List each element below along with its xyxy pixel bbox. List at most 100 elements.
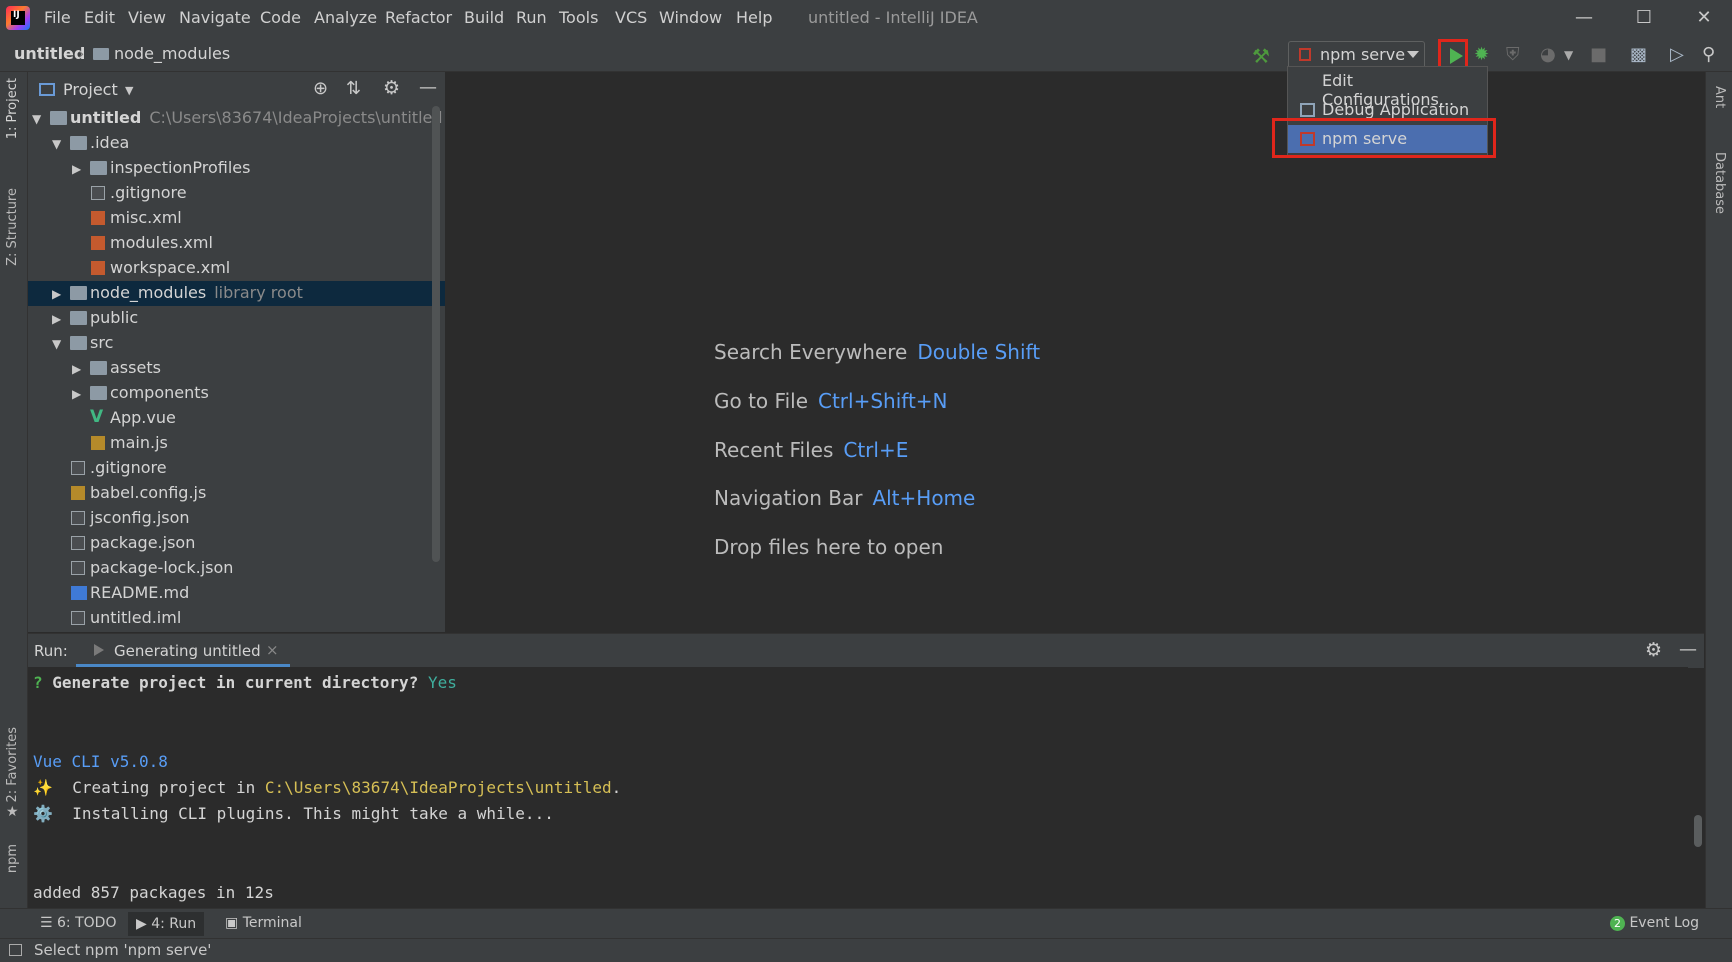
project-scrollbar[interactable] [432, 106, 440, 562]
editor-area[interactable]: Search Everywhere Double Shift Go to File… [446, 72, 1704, 632]
menu-build[interactable]: Build [464, 8, 504, 27]
terminal-window-icon[interactable]: ▷ [1670, 44, 1684, 65]
tree-item-label: modules.xml [110, 233, 213, 252]
tab-project[interactable]: 1: Project [5, 78, 20, 139]
tree-item-package-json[interactable]: package.json [28, 531, 445, 556]
stop-icon[interactable]: ■ [1590, 44, 1607, 65]
breadcrumb-folder[interactable]: node_modules [114, 44, 230, 63]
gear-icon[interactable]: ⚙ [1645, 639, 1662, 661]
tab-npm[interactable]: npm [5, 844, 20, 873]
tab-todo[interactable]: ☰ 6: TODO [40, 915, 116, 931]
chevron-right-icon[interactable]: ▶ [72, 162, 81, 176]
tree-item-label: workspace.xml [110, 258, 231, 277]
collapse-all-icon[interactable]: ⇅ [346, 78, 361, 99]
menu-edit[interactable]: Edit [84, 8, 115, 27]
tree-item-babel-config[interactable]: babel.config.js [28, 481, 445, 506]
debug-bug-icon[interactable]: ✹ [1474, 44, 1489, 65]
tree-item-src[interactable]: ▼ src [28, 331, 445, 356]
tree-item-main-js[interactable]: main.js [28, 431, 445, 456]
tree-item-app-vue[interactable]: V App.vue [28, 406, 445, 431]
breadcrumb-project[interactable]: untitled [14, 44, 85, 63]
tree-item-idea[interactable]: ▼ .idea [28, 131, 445, 156]
play-icon: ▶ [136, 916, 147, 932]
close-icon[interactable]: ✕ [1684, 4, 1724, 32]
tab-structure[interactable]: Z: Structure [5, 188, 20, 266]
locate-target-icon[interactable]: ⊕ [313, 78, 328, 99]
hint-recent-files: Recent Files Ctrl+E [714, 438, 908, 462]
tree-item-components[interactable]: ▶ components [28, 381, 445, 406]
gear-icon[interactable]: ⚙ [383, 77, 400, 99]
tree-item-modules-xml[interactable]: modules.xml [28, 231, 445, 256]
tree-item-gitignore-root[interactable]: .gitignore [28, 456, 445, 481]
maximize-icon[interactable]: ☐ [1624, 4, 1664, 32]
tool-window-toggle-icon[interactable] [9, 944, 22, 956]
console-line: ✨ Creating project in C:\Users\83674\Ide… [33, 778, 621, 797]
tree-item-label: main.js [110, 433, 168, 452]
chevron-right-icon[interactable]: ▶ [52, 287, 61, 301]
tree-item-readme[interactable]: README.md [28, 581, 445, 606]
tree-item-public[interactable]: ▶ public [28, 306, 445, 331]
tree-item-label: .gitignore [90, 458, 167, 477]
menu-window[interactable]: Window [659, 8, 722, 27]
chevron-down-icon[interactable]: ▼ [52, 137, 61, 151]
menu-file[interactable]: File [44, 8, 71, 27]
tab-label: 4: Run [151, 916, 197, 932]
project-structure-icon[interactable]: ▩ [1630, 44, 1647, 65]
json-file-icon [71, 536, 85, 550]
console-scrollbar[interactable] [1694, 815, 1702, 847]
menu-tools[interactable]: Tools [559, 8, 598, 27]
tree-item-untitled[interactable]: ▼ untitled C:\Users\83674\IdeaProjects\un… [28, 106, 445, 131]
tab-event-log[interactable]: 2 Event Log [1610, 915, 1699, 931]
event-count-badge: 2 [1610, 916, 1625, 931]
folder-icon [93, 48, 109, 60]
tree-item-label: .idea [90, 133, 130, 152]
chevron-down-icon[interactable]: ▼ [1564, 48, 1573, 62]
menu-view[interactable]: View [128, 8, 166, 27]
console-question: Generate project in current directory? [42, 673, 428, 692]
tab-terminal[interactable]: ▣ Terminal [225, 915, 302, 931]
chevron-down-icon[interactable]: ▼ [125, 84, 133, 97]
search-icon[interactable]: ⚲ [1702, 44, 1715, 65]
tree-item-package-lock[interactable]: package-lock.json [28, 556, 445, 581]
hide-panel-icon[interactable]: — [1679, 639, 1697, 660]
hint-text: Search Everywhere [714, 340, 908, 364]
tree-item-misc-xml[interactable]: misc.xml [28, 206, 445, 231]
hide-panel-icon[interactable]: — [419, 77, 437, 98]
menu-refactor[interactable]: Refactor [385, 8, 452, 27]
tab-run[interactable]: ▶ 4: Run [128, 912, 205, 936]
tab-ant[interactable]: Ant [1712, 86, 1727, 108]
build-hammer-icon[interactable]: ⚒ [1252, 44, 1270, 68]
run-configuration-label: npm serve [1320, 45, 1406, 64]
project-panel-title[interactable]: Project [63, 80, 118, 99]
tree-item-assets[interactable]: ▶ assets [28, 356, 445, 381]
profile-icon[interactable]: ◕ [1540, 44, 1556, 65]
menu-analyze[interactable]: Analyze [314, 8, 377, 27]
menu-help[interactable]: Help [736, 8, 772, 27]
tab-database[interactable]: Database [1712, 152, 1727, 214]
tree-item-jsconfig[interactable]: jsconfig.json [28, 506, 445, 531]
menu-item-edit-configurations[interactable]: Edit Configurations... [1288, 67, 1487, 109]
application-icon [1300, 103, 1315, 117]
tree-item-node-modules[interactable]: ▶ node_modules library root [28, 281, 445, 306]
chevron-right-icon[interactable]: ▶ [72, 362, 81, 376]
play-icon [94, 644, 104, 656]
menu-code[interactable]: Code [260, 8, 301, 27]
tree-item-untitled-iml[interactable]: untitled.iml [28, 606, 445, 631]
tree-item-inspectionprofiles[interactable]: ▶ inspectionProfiles [28, 156, 445, 181]
minimize-icon[interactable]: — [1564, 4, 1604, 32]
menu-vcs[interactable]: VCS [615, 8, 647, 27]
chevron-right-icon[interactable]: ▶ [72, 387, 81, 401]
chevron-down-icon[interactable]: ▼ [52, 337, 61, 351]
menu-run[interactable]: Run [516, 8, 547, 27]
chevron-down-icon[interactable]: ▼ [32, 112, 41, 126]
chevron-right-icon[interactable]: ▶ [52, 312, 61, 326]
close-icon[interactable]: × [266, 641, 279, 659]
coverage-icon[interactable]: ⛨ [1506, 44, 1520, 65]
run-console[interactable]: ? Generate project in current directory?… [28, 667, 1688, 908]
run-configuration-selector[interactable]: npm serve [1288, 41, 1425, 69]
tab-favorites[interactable]: 2: Favorites [5, 727, 20, 803]
tab-generating-untitled[interactable]: Generating untitled × [76, 634, 290, 667]
tree-item-workspace-xml[interactable]: workspace.xml [28, 256, 445, 281]
tree-item-gitignore[interactable]: .gitignore [28, 181, 445, 206]
menu-navigate[interactable]: Navigate [179, 8, 251, 27]
